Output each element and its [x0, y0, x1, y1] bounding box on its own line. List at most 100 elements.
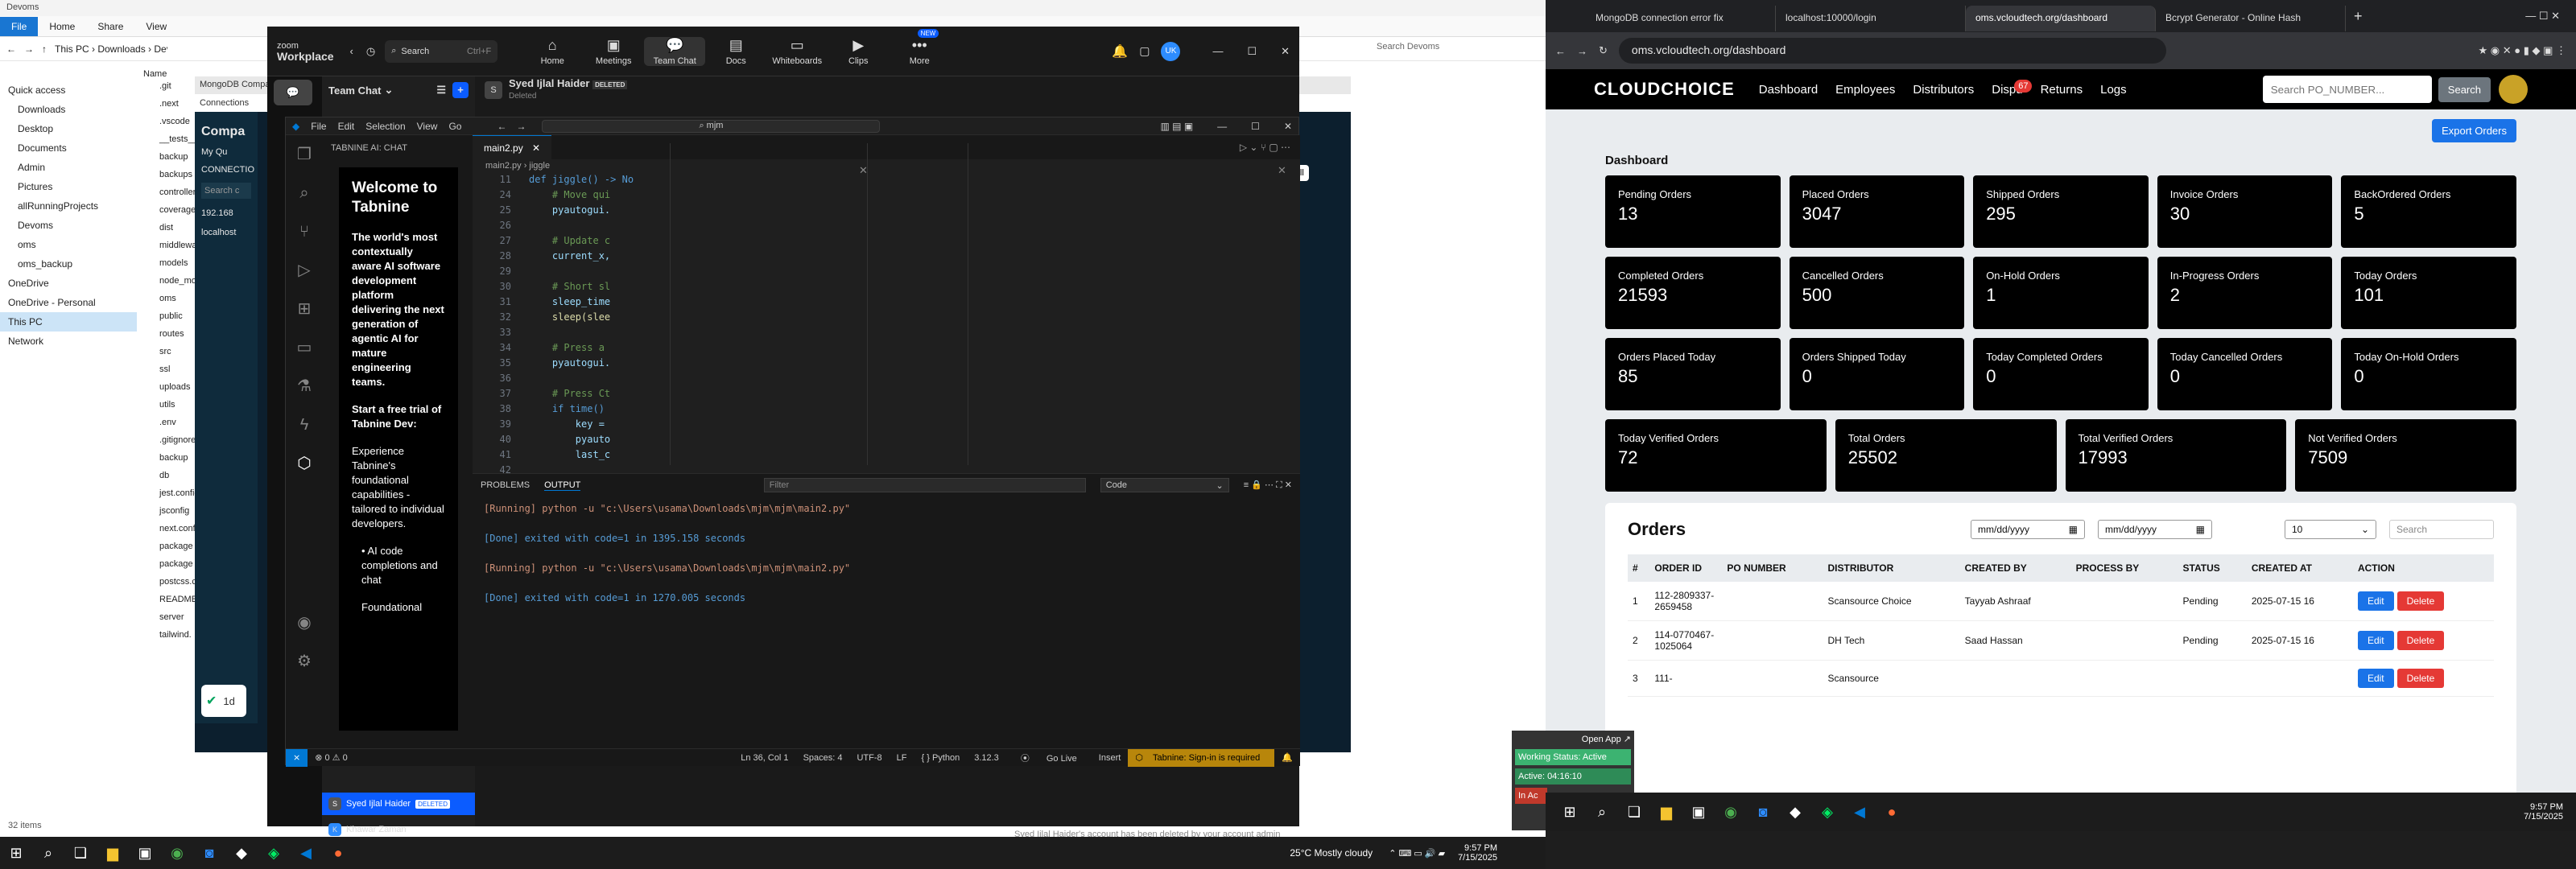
contact-name[interactable]: Syed Ijlal Haider [509, 77, 589, 89]
reload-icon[interactable]: ↻ [1599, 44, 1608, 57]
menu-selection[interactable]: Selection [365, 121, 405, 132]
zoom-icon[interactable]: ◙ [1747, 796, 1779, 828]
stat-card[interactable]: Cancelled Orders 500 [1789, 257, 1965, 329]
explorer-search[interactable]: Search Devoms [1377, 42, 1439, 51]
stat-card[interactable]: Invoice Orders 30 [2157, 175, 2333, 248]
tabnine-status[interactable]: ⬡ Tabnine: Sign-in is required [1128, 748, 1275, 767]
host-item[interactable]: localhost [201, 228, 251, 237]
nav-logs[interactable]: Logs [2100, 83, 2127, 97]
explorer-icon[interactable]: ❐ [286, 135, 323, 174]
menu-file[interactable]: File [311, 121, 326, 132]
history-icon[interactable]: ◷ [366, 45, 375, 58]
my-queries[interactable]: My Qu [201, 147, 251, 157]
extensions-icon[interactable]: ⊞ [286, 290, 323, 328]
nav-item[interactable]: Downloads [0, 100, 137, 119]
connections-menu[interactable]: Connections [200, 98, 249, 108]
po-search-input[interactable] [2262, 76, 2432, 103]
stat-card[interactable]: Total Verified Orders 17993 [2065, 419, 2287, 492]
address-bar[interactable]: oms.vcloudtech.org/dashboard [1618, 38, 2166, 64]
chat-item-selected[interactable]: S Syed Ijlal Haider DELETED [322, 793, 475, 815]
vscode-icon[interactable]: ◀ [290, 837, 322, 869]
clock[interactable]: 9:57 PM 7/15/2025 [2524, 802, 2563, 822]
filter-input[interactable]: Filter [763, 478, 1086, 492]
nav-docs[interactable]: ▤ Docs [705, 37, 766, 66]
code-line[interactable]: 40 pyauto [481, 432, 1300, 447]
nav-returns[interactable]: Returns [2041, 83, 2083, 97]
code-line[interactable]: 25 pyautogui. [481, 203, 1300, 218]
stat-card[interactable]: Completed Orders 21593 [1605, 257, 1781, 329]
code-line[interactable]: 34 # Press a [481, 340, 1300, 356]
nav-employees[interactable]: Employees [1835, 83, 1895, 97]
encoding[interactable]: UTF-8 [849, 753, 889, 763]
menu-edit[interactable]: Edit [338, 121, 355, 132]
nav-home[interactable]: ⌂ Home [522, 37, 583, 66]
nav-item[interactable]: Documents [0, 138, 137, 158]
go-live[interactable]: ⦿ Go Live [1006, 752, 1092, 764]
breadcrumb-file[interactable]: main2.py [485, 161, 522, 171]
avatar[interactable]: UK [1161, 41, 1181, 61]
stat-card[interactable]: Pending Orders 13 [1605, 175, 1781, 248]
close-icon[interactable]: ✕ [1278, 164, 1286, 177]
avatar[interactable] [2499, 75, 2528, 104]
code-line[interactable]: 37 # Press Ct [481, 386, 1300, 402]
code-line[interactable]: 11 def jiggle() -> No [481, 172, 1300, 187]
tracker-icon[interactable]: ● [1876, 796, 1908, 828]
store-icon[interactable]: ▣ [1682, 796, 1715, 828]
back-icon[interactable]: ← [1555, 45, 1566, 57]
language-mode[interactable]: { } Python [914, 753, 968, 763]
close-icon[interactable]: ✕ [1281, 45, 1290, 58]
compass-icon[interactable]: ◈ [258, 837, 290, 869]
stat-card[interactable]: Total Orders 25502 [1835, 419, 2057, 492]
nav-item[interactable]: OneDrive [0, 274, 137, 293]
layout-icon[interactable]: ▥ ▤ ▣ [1160, 121, 1193, 132]
ribbon-view[interactable]: View [134, 17, 178, 36]
compass-icon[interactable]: ◈ [1811, 796, 1843, 828]
python-version[interactable]: 3.12.3 [967, 753, 1006, 763]
nav-item[interactable]: Network [0, 332, 137, 351]
insert-mode[interactable]: Insert [1092, 753, 1129, 763]
nav-team-chat[interactable]: 💬 Team Chat [644, 36, 706, 66]
stat-card[interactable]: Placed Orders 3047 [1789, 175, 1965, 248]
store-icon[interactable]: ▣ [129, 837, 161, 869]
zoom-icon[interactable]: ◙ [193, 837, 225, 869]
stat-card[interactable]: Today On-Hold Orders 0 [2341, 338, 2516, 410]
nav-more[interactable]: ••• More NEW [889, 28, 950, 66]
ribbon-file[interactable]: File [0, 16, 39, 36]
bell-icon[interactable]: 🔔 [1274, 752, 1300, 763]
run-debug-icon[interactable]: ▷ [286, 251, 323, 290]
nav-disputes[interactable]: Dispu 67 [1992, 79, 2033, 97]
export-orders-button[interactable]: Export Orders [2432, 119, 2516, 142]
code-line[interactable]: 24 # Move qui [481, 187, 1300, 203]
indentation[interactable]: Spaces: 4 [796, 753, 850, 763]
code-line[interactable]: 36 [481, 371, 1300, 386]
stat-card[interactable]: Orders Placed Today 85 [1605, 338, 1781, 410]
connection-search[interactable]: Search c [201, 183, 251, 199]
app-logo[interactable]: CLOUDCHOICE [1594, 79, 1735, 100]
close-icon[interactable]: ✕ [1284, 121, 1292, 132]
file-explorer-icon[interactable]: ▆ [1650, 796, 1682, 828]
clock[interactable]: 9:57 PM 7/15/2025 [1458, 843, 1497, 863]
nav-item[interactable]: Admin [0, 158, 137, 177]
breadcrumb-symbol[interactable]: jiggle [529, 161, 550, 171]
nav-item[interactable]: oms [0, 235, 137, 254]
search-icon[interactable]: ⌕ [1586, 796, 1618, 828]
maximize-icon[interactable]: ☐ [1247, 45, 1257, 58]
stat-card[interactable]: Today Verified Orders 72 [1605, 419, 1827, 492]
window-controls-icon[interactable]: — ☐ ✕ [2525, 10, 2560, 23]
up-icon[interactable]: ↑ [42, 43, 47, 55]
minimize-icon[interactable]: — [1212, 45, 1223, 57]
code-line[interactable]: 31 sleep_time [481, 294, 1300, 310]
nav-meetings[interactable]: ▣ Meetings [583, 37, 644, 66]
code-line[interactable]: 30 # Short sl [481, 279, 1300, 294]
ribbon-home[interactable]: Home [38, 17, 86, 36]
chrome-icon[interactable]: ◉ [1715, 796, 1747, 828]
tab-output[interactable]: OUTPUT [544, 480, 581, 491]
filter-icon[interactable]: ☰ [436, 84, 446, 97]
remote-icon[interactable]: ▭ [286, 328, 323, 367]
delete-button[interactable]: Delete [2396, 669, 2445, 688]
tabnine-icon[interactable]: ⬡ [286, 444, 323, 483]
remote-indicator[interactable]: ⨯ [286, 748, 308, 767]
panel-actions-icon[interactable]: ≡ 🔒 ⋯ ⛶ ✕ [1244, 480, 1292, 491]
chrome-icon[interactable]: ◉ [161, 837, 193, 869]
back-icon[interactable]: ← [497, 121, 506, 132]
